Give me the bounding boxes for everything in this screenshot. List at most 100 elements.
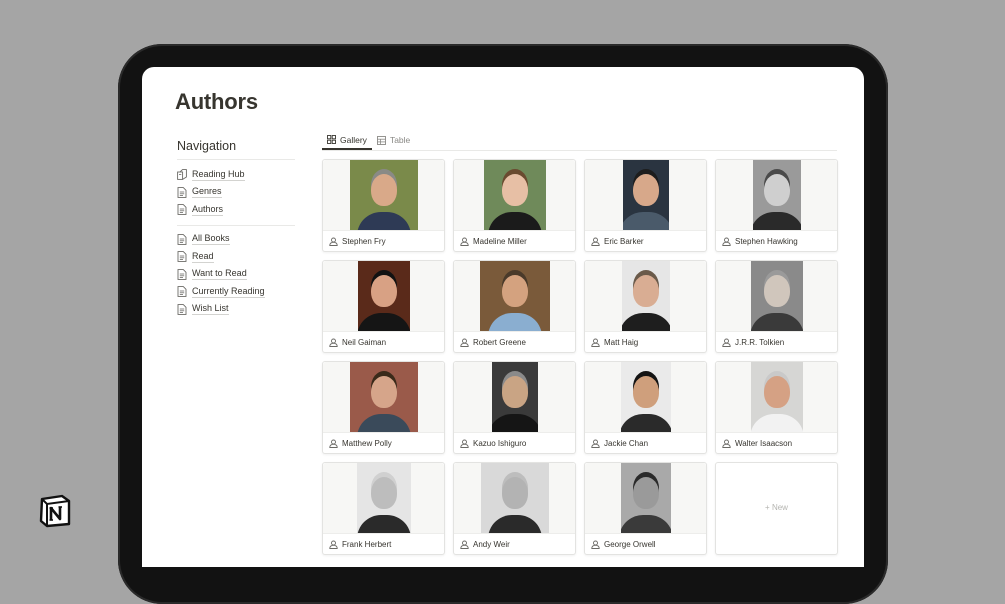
- author-name: Stephen Fry: [342, 236, 386, 246]
- nav-item-label: Currently Reading: [192, 285, 265, 298]
- author-card[interactable]: J.R.R. Tolkien: [715, 260, 838, 353]
- new-card-label: + New: [765, 503, 788, 512]
- author-name-row: Andy Weir: [454, 534, 575, 554]
- author-photo: [750, 362, 803, 432]
- author-card[interactable]: Robert Greene: [453, 260, 576, 353]
- author-name: Matthew Polly: [342, 438, 392, 448]
- nav-item-label: Read: [192, 250, 214, 263]
- author-name: Neil Gaiman: [342, 337, 387, 347]
- new-card-button[interactable]: + New: [715, 462, 838, 555]
- author-name: George Orwell: [604, 539, 656, 549]
- author-card[interactable]: George Orwell: [584, 462, 707, 555]
- author-photo: [750, 261, 803, 331]
- notion-logo-icon: [39, 494, 71, 528]
- nav-item-want-to-read[interactable]: Want to Read: [177, 266, 295, 284]
- nav-item-label: Reading Hub: [192, 168, 245, 181]
- person-icon: [329, 540, 338, 549]
- nav-item-label: Wish List: [192, 303, 229, 316]
- page-icon: [177, 303, 187, 315]
- author-card[interactable]: Andy Weir: [453, 462, 576, 555]
- page-icon: [177, 233, 187, 245]
- author-name-row: J.R.R. Tolkien: [716, 332, 837, 352]
- tab-gallery[interactable]: Gallery: [322, 131, 372, 150]
- notion-page: Authors Navigation Reading Hub Genres Auth…: [142, 67, 864, 567]
- tab-table[interactable]: Table: [372, 131, 415, 149]
- person-icon: [722, 439, 731, 448]
- page-icon: [177, 251, 187, 263]
- author-name: Walter Isaacson: [735, 438, 793, 448]
- author-card[interactable]: Madeline Miller: [453, 159, 576, 252]
- author-photo-cover: [323, 261, 444, 332]
- author-name-row: Matt Haig: [585, 332, 706, 352]
- author-card[interactable]: Kazuo Ishiguro: [453, 361, 576, 454]
- author-photo-cover: [454, 463, 575, 534]
- nav-item-all-books[interactable]: All Books: [177, 231, 295, 249]
- author-photo: [356, 463, 411, 533]
- person-icon: [591, 439, 600, 448]
- author-photo-cover: [454, 362, 575, 433]
- tab-table-label: Table: [389, 135, 411, 145]
- nav-item-read[interactable]: Read: [177, 248, 295, 266]
- nav-item-authors[interactable]: Authors: [177, 201, 295, 219]
- nav-item-wish-list[interactable]: Wish List: [177, 301, 295, 319]
- author-photo: [491, 362, 538, 432]
- person-icon: [722, 338, 731, 347]
- author-photo: [349, 362, 418, 432]
- author-name: Robert Greene: [473, 337, 526, 347]
- author-card[interactable]: Eric Barker: [584, 159, 707, 252]
- nav-item-currently-reading[interactable]: Currently Reading: [177, 283, 295, 301]
- author-card[interactable]: Stephen Fry: [322, 159, 445, 252]
- person-icon: [460, 439, 469, 448]
- author-card[interactable]: Matt Haig: [584, 260, 707, 353]
- author-photo: [620, 463, 671, 533]
- page-icon: [177, 286, 187, 298]
- nav-item-genres[interactable]: Genres: [177, 184, 295, 202]
- tab-gallery-label: Gallery: [340, 134, 367, 145]
- person-icon: [722, 237, 731, 246]
- author-photo-cover: [585, 160, 706, 231]
- nav-item-label: Want to Read: [192, 268, 247, 281]
- author-card[interactable]: Frank Herbert: [322, 462, 445, 555]
- author-photo-cover: [585, 463, 706, 534]
- table-icon: [376, 135, 386, 145]
- author-name-row: Kazuo Ishiguro: [454, 433, 575, 453]
- author-card[interactable]: Matthew Polly: [322, 361, 445, 454]
- author-photo: [483, 160, 546, 230]
- book-stack-icon: [177, 169, 187, 181]
- view-tabs: Gallery Table: [322, 131, 837, 151]
- navigation-heading: Navigation: [177, 139, 295, 160]
- author-name-row: Jackie Chan: [585, 433, 706, 453]
- author-photo: [357, 261, 410, 331]
- author-photo: [479, 261, 550, 331]
- author-name: Frank Herbert: [342, 539, 392, 549]
- author-photo: [349, 160, 418, 230]
- nav-item-label: All Books: [192, 233, 230, 246]
- gallery-grid-icon: [327, 135, 336, 144]
- author-name-row: Matthew Polly: [323, 433, 444, 453]
- nav-item-label: Authors: [192, 203, 224, 216]
- author-photo-cover: [323, 362, 444, 433]
- author-name-row: Robert Greene: [454, 332, 575, 352]
- author-photo-cover: [585, 362, 706, 433]
- author-name-row: Stephen Hawking: [716, 231, 837, 251]
- author-card[interactable]: Walter Isaacson: [715, 361, 838, 454]
- author-name: Eric Barker: [604, 236, 644, 246]
- person-icon: [329, 439, 338, 448]
- author-card[interactable]: Neil Gaiman: [322, 260, 445, 353]
- person-icon: [460, 338, 469, 347]
- author-name: Stephen Hawking: [735, 236, 798, 246]
- author-photo: [752, 160, 801, 230]
- author-photo: [480, 463, 549, 533]
- author-card[interactable]: Jackie Chan: [584, 361, 707, 454]
- person-icon: [329, 338, 338, 347]
- author-photo-cover: [454, 261, 575, 332]
- nav-item-reading-hub[interactable]: Reading Hub: [177, 166, 295, 184]
- navigation-panel: Navigation Reading Hub Genres Authors All …: [177, 139, 295, 321]
- author-name: J.R.R. Tolkien: [735, 337, 785, 347]
- author-name: Andy Weir: [473, 539, 510, 549]
- navigation-group-books: All Books Read Want to Read Currently Readi…: [177, 224, 295, 322]
- author-photo: [622, 160, 669, 230]
- author-name: Matt Haig: [604, 337, 639, 347]
- author-card[interactable]: Stephen Hawking: [715, 159, 838, 252]
- author-photo-cover: [585, 261, 706, 332]
